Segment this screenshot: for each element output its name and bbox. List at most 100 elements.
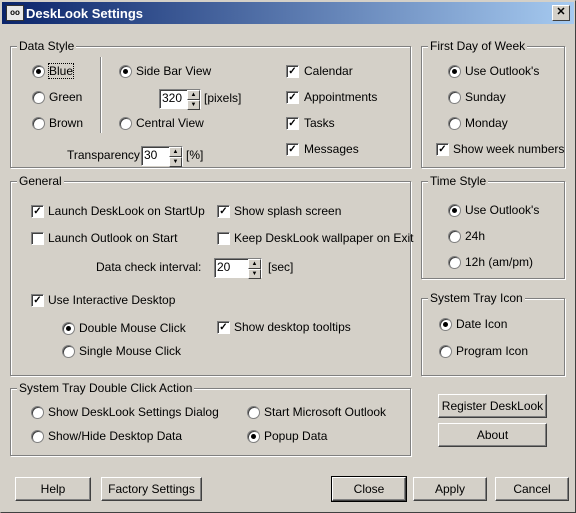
transparency-unit: [%]	[186, 148, 204, 162]
first-day-group: First Day of Week Use Outlook's Sunday M…	[421, 39, 565, 168]
settings-window: oo DeskLook Settings ✕ Data Style Blue G…	[0, 0, 576, 513]
radio-double-click[interactable]	[62, 322, 75, 335]
calendar-label[interactable]: Calendar	[304, 64, 353, 78]
spin-up-icon[interactable]: ▲	[248, 259, 261, 269]
double-click-label[interactable]: Double Mouse Click	[79, 321, 186, 335]
keep-wallpaper-label[interactable]: Keep DeskLook wallpaper on Exit	[234, 231, 413, 245]
app-icon: oo	[6, 5, 24, 21]
24h-label[interactable]: 24h	[465, 229, 485, 243]
radio-blue[interactable]	[32, 65, 45, 78]
single-click-label[interactable]: Single Mouse Click	[79, 344, 181, 358]
radio-brown-label[interactable]: Brown	[49, 116, 83, 130]
time-style-legend: Time Style	[428, 174, 489, 188]
checkbox-tasks[interactable]: ✓	[286, 117, 299, 130]
monday-label[interactable]: Monday	[465, 116, 508, 130]
popup-data-label[interactable]: Popup Data	[264, 429, 327, 443]
spin-up-icon[interactable]: ▲	[169, 147, 182, 157]
radio-blue-label[interactable]: Blue	[47, 63, 75, 79]
data-style-group: Data Style Blue Green Brown Side Bar Vie…	[10, 39, 411, 168]
window-title: DeskLook Settings	[26, 6, 144, 21]
about-button[interactable]: About	[438, 423, 547, 447]
date-icon-label[interactable]: Date Icon	[456, 317, 507, 331]
checkbox-keep-wallpaper[interactable]	[217, 232, 230, 245]
help-button[interactable]: Help	[15, 477, 91, 501]
sidebar-width-stepper[interactable]: ▲▼	[159, 89, 201, 110]
tray-icon-legend: System Tray Icon	[428, 291, 525, 305]
checkbox-launch-startup[interactable]: ✓	[31, 205, 44, 218]
appointments-label[interactable]: Appointments	[304, 90, 377, 104]
12h-label[interactable]: 12h (am/pm)	[465, 255, 533, 269]
close-button[interactable]: Close	[331, 476, 407, 502]
checkbox-launch-outlook[interactable]	[31, 232, 44, 245]
radio-brown[interactable]	[32, 117, 45, 130]
factory-settings-button[interactable]: Factory Settings	[101, 477, 202, 501]
sunday-label[interactable]: Sunday	[465, 90, 506, 104]
radio-program-icon[interactable]	[439, 345, 452, 358]
checkbox-week-numbers[interactable]: ✓	[436, 143, 449, 156]
radio-start-outlook[interactable]	[247, 406, 260, 419]
radio-use-outlook-day[interactable]	[448, 65, 461, 78]
checkbox-tooltips[interactable]: ✓	[217, 321, 230, 334]
general-legend: General	[17, 174, 64, 188]
transparency-input[interactable]	[144, 148, 166, 162]
use-outlook-time-label[interactable]: Use Outlook's	[465, 203, 539, 217]
checkbox-appointments[interactable]: ✓	[286, 91, 299, 104]
radio-date-icon[interactable]	[439, 318, 452, 331]
spin-down-icon[interactable]: ▼	[187, 100, 200, 110]
close-window-button[interactable]: ✕	[552, 5, 570, 21]
register-button[interactable]: Register DeskLook	[438, 394, 547, 418]
apply-button[interactable]: Apply	[413, 477, 487, 501]
launch-outlook-label[interactable]: Launch Outlook on Start	[48, 231, 177, 245]
radio-green[interactable]	[32, 91, 45, 104]
data-style-legend: Data Style	[17, 39, 77, 53]
time-style-group: Time Style Use Outlook's 24h 12h (am/pm)	[421, 174, 565, 279]
start-outlook-label[interactable]: Start Microsoft Outlook	[264, 405, 386, 419]
side-bar-view-label[interactable]: Side Bar View	[136, 64, 211, 78]
tray-action-legend: System Tray Double Click Action	[17, 381, 195, 395]
tray-icon-group: System Tray Icon Date Icon Program Icon	[421, 291, 565, 376]
use-outlook-day-label[interactable]: Use Outlook's	[465, 64, 539, 78]
checkbox-messages[interactable]: ✓	[286, 143, 299, 156]
first-day-legend: First Day of Week	[428, 39, 528, 53]
sidebar-width-input[interactable]	[162, 91, 184, 105]
radio-green-label[interactable]: Green	[49, 90, 82, 104]
radio-use-outlook-time[interactable]	[448, 204, 461, 217]
show-settings-dialog-label[interactable]: Show DeskLook Settings Dialog	[48, 405, 219, 419]
radio-sunday[interactable]	[448, 91, 461, 104]
interactive-desktop-label[interactable]: Use Interactive Desktop	[48, 293, 175, 307]
spin-down-icon[interactable]: ▼	[169, 157, 182, 167]
radio-side-bar-view[interactable]	[119, 65, 132, 78]
show-hide-data-label[interactable]: Show/Hide Desktop Data	[48, 429, 182, 443]
cancel-button[interactable]: Cancel	[495, 477, 569, 501]
central-view-label[interactable]: Central View	[136, 116, 204, 130]
checkbox-splash[interactable]: ✓	[217, 205, 230, 218]
tasks-label[interactable]: Tasks	[304, 116, 335, 130]
interval-input[interactable]	[217, 260, 245, 274]
transparency-stepper[interactable]: ▲▼	[141, 146, 183, 167]
general-group: General ✓ Launch DeskLook on StartUp Lau…	[10, 174, 413, 376]
tray-action-group: System Tray Double Click Action Show Des…	[10, 381, 411, 456]
spin-down-icon[interactable]: ▼	[248, 269, 261, 279]
program-icon-label[interactable]: Program Icon	[456, 344, 528, 358]
splash-label[interactable]: Show splash screen	[234, 204, 341, 218]
launch-startup-label[interactable]: Launch DeskLook on StartUp	[48, 204, 205, 218]
spin-up-icon[interactable]: ▲	[187, 90, 200, 100]
tooltips-label[interactable]: Show desktop tooltips	[234, 320, 351, 334]
week-numbers-label[interactable]: Show week numbers	[453, 142, 564, 156]
radio-12h[interactable]	[448, 256, 461, 269]
title-bar[interactable]: oo DeskLook Settings ✕	[2, 2, 574, 24]
radio-show-settings-dialog[interactable]	[31, 406, 44, 419]
radio-single-click[interactable]	[62, 345, 75, 358]
sidebar-width-unit: [pixels]	[204, 91, 242, 105]
radio-central-view[interactable]	[119, 117, 132, 130]
radio-show-hide-data[interactable]	[31, 430, 44, 443]
checkbox-calendar[interactable]: ✓	[286, 65, 299, 78]
interval-stepper[interactable]: ▲▼	[214, 258, 262, 279]
radio-popup-data[interactable]	[247, 430, 260, 443]
messages-label[interactable]: Messages	[304, 142, 359, 156]
checkbox-interactive-desktop[interactable]: ✓	[31, 294, 44, 307]
divider	[100, 57, 102, 133]
transparency-label: Transparency:	[67, 148, 144, 162]
radio-24h[interactable]	[448, 230, 461, 243]
radio-monday[interactable]	[448, 117, 461, 130]
